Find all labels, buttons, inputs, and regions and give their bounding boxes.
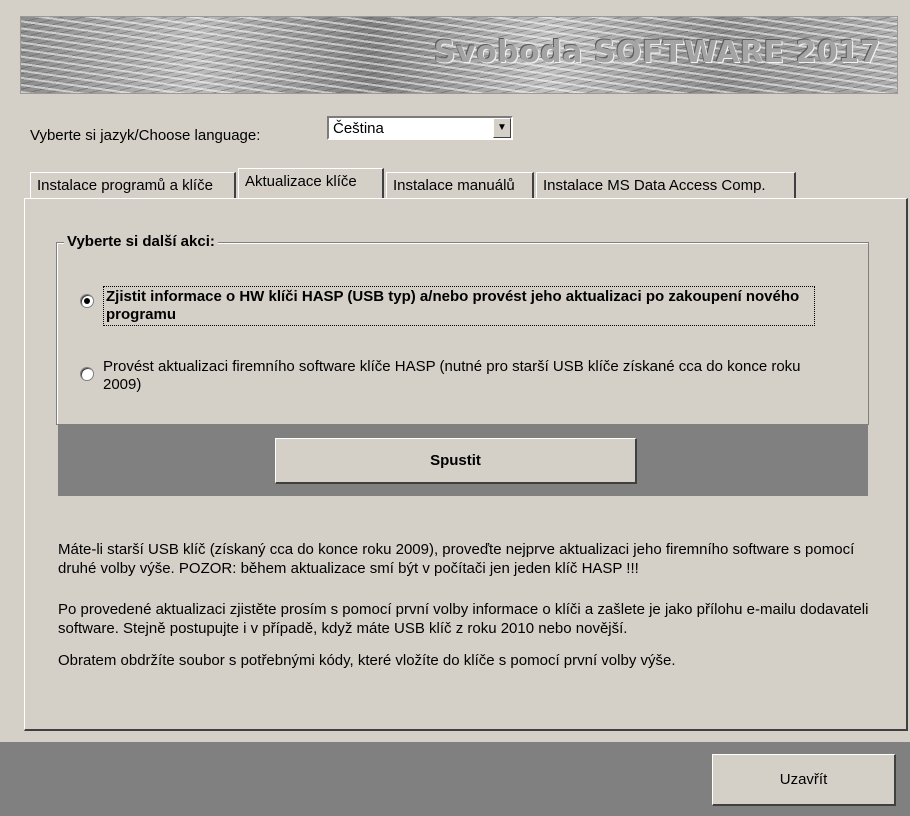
- action-groupbox: [56, 242, 869, 425]
- radio-option-info-update[interactable]: [80, 294, 94, 308]
- tab-install-programs[interactable]: Instalace programů a klíče: [30, 172, 236, 198]
- action-group-title: Vyberte si další akci:: [64, 233, 218, 250]
- language-select[interactable]: Čeština ▼: [327, 116, 513, 140]
- language-label: Vyberte si jazyk/Choose language:: [30, 127, 261, 144]
- info-paragraph-2: Po provedené aktualizaci zjistěte prosím…: [58, 601, 869, 637]
- chevron-down-icon[interactable]: ▼: [493, 118, 511, 138]
- radio-option-firmware-update[interactable]: [80, 367, 94, 381]
- info-paragraph-3: Obratem obdržíte soubor s potřebnými kód…: [58, 652, 676, 669]
- banner-title: Svoboda SOFTWARE 2017: [433, 35, 881, 70]
- banner: Svoboda SOFTWARE 2017: [20, 16, 898, 94]
- option-info-update-label[interactable]: Zjistit informace o HW klíči HASP (USB t…: [103, 286, 815, 326]
- close-button[interactable]: Uzavřít: [712, 754, 896, 806]
- tab-key-update[interactable]: Aktualizace klíče: [238, 168, 384, 198]
- language-select-value: Čeština: [333, 120, 384, 137]
- info-paragraph-1: Máte-li starší USB klíč (získaný cca do …: [58, 541, 855, 577]
- tab-install-ms-data-access[interactable]: Instalace MS Data Access Comp.: [536, 172, 796, 198]
- tab-install-manuals[interactable]: Instalace manuálů: [386, 172, 534, 198]
- run-button[interactable]: Spustit: [275, 438, 637, 484]
- option-firmware-update-label[interactable]: Provést aktualizaci firemního software k…: [103, 358, 809, 394]
